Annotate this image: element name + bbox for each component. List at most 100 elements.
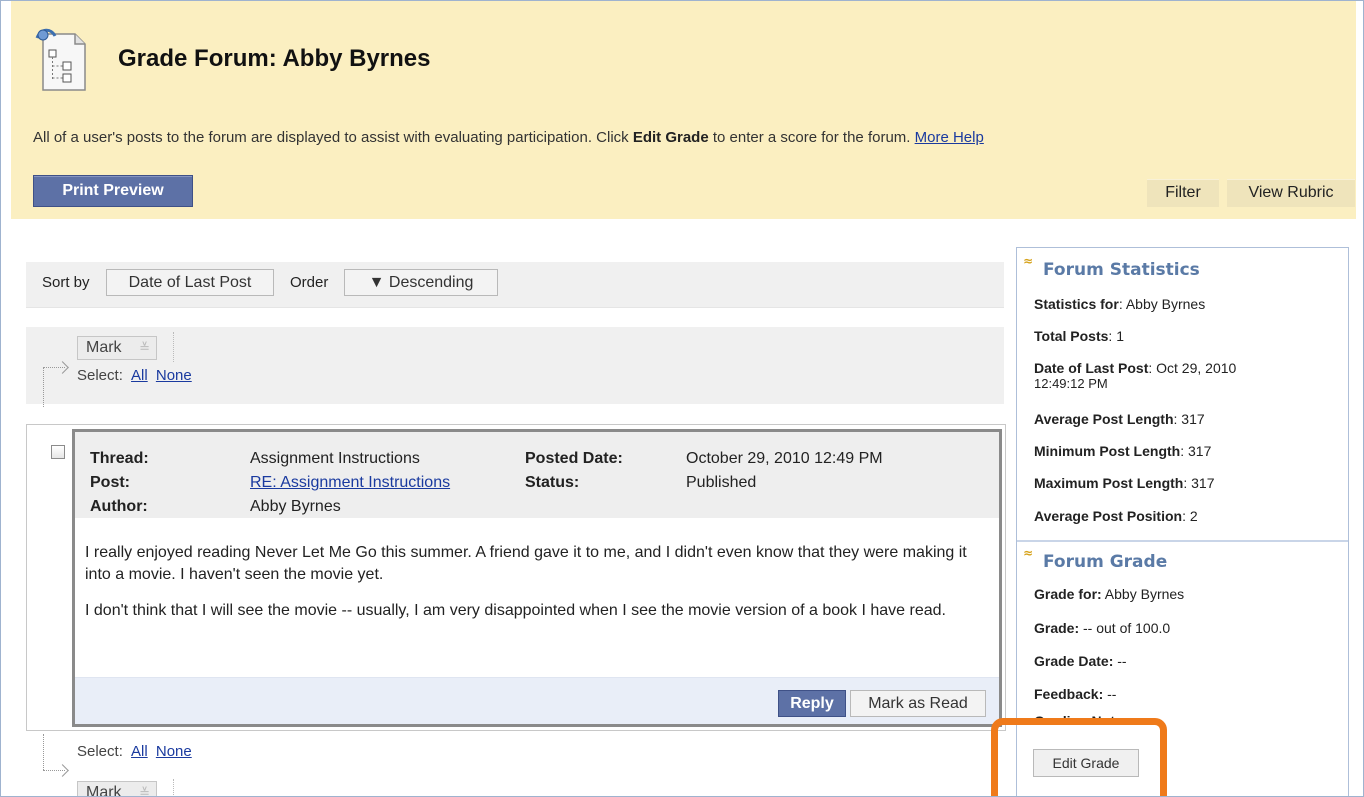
sort-bar: Sort by Date of Last Post Order ▼ Descen… bbox=[26, 262, 1004, 308]
post-select-checkbox[interactable] bbox=[51, 445, 65, 459]
post-paragraph: I really enjoyed reading Never Let Me Go… bbox=[85, 544, 967, 583]
stat-value: : 2 bbox=[1182, 508, 1198, 524]
instructions-part: to enter a score for the forum. bbox=[708, 129, 915, 146]
select-all-link[interactable]: All bbox=[131, 367, 148, 384]
stat-label: Minimum Post Length bbox=[1034, 443, 1181, 459]
stat-row-continued: 12:49:12 PM bbox=[1034, 376, 1108, 391]
select-all-link[interactable]: All bbox=[131, 743, 148, 760]
filter-button[interactable]: Filter bbox=[1147, 179, 1219, 207]
thread-label: Thread: bbox=[90, 450, 149, 467]
stat-row: Average Post Position: 2 bbox=[1034, 508, 1198, 524]
stat-row: Statistics for: Abby Byrnes bbox=[1034, 296, 1205, 312]
tree-connector bbox=[43, 367, 44, 407]
chevron-down-icon: ≚ bbox=[139, 340, 150, 355]
grade-value: -- bbox=[1103, 686, 1117, 702]
separator bbox=[173, 332, 174, 362]
order-select[interactable]: ▼ Descending bbox=[344, 269, 498, 296]
stat-value: : 317 bbox=[1183, 475, 1215, 491]
stat-label: Average Post Length bbox=[1034, 411, 1174, 427]
post-paragraph: I don't think that I will see the movie … bbox=[85, 602, 946, 619]
mark-dropdown-label: Mark bbox=[86, 784, 122, 797]
status-value: Published bbox=[686, 474, 757, 491]
post-metadata: Thread: Assignment Instructions Post: RE… bbox=[75, 432, 999, 518]
edit-grade-button[interactable]: Edit Grade bbox=[1033, 749, 1139, 777]
stat-label: Date of Last Post bbox=[1034, 360, 1149, 376]
stat-value: : Oct 29, 2010 bbox=[1148, 360, 1237, 376]
stat-row: Minimum Post Length: 317 bbox=[1034, 443, 1211, 459]
grade-label: Grade: bbox=[1034, 620, 1080, 636]
tree-arrow-icon bbox=[43, 367, 65, 368]
stat-row: Date of Last Post: Oct 29, 2010 bbox=[1034, 360, 1236, 376]
grade-value: -- bbox=[1113, 653, 1127, 669]
select-row-bottom: Select: All None bbox=[77, 743, 192, 760]
post-title-text[interactable]: RE: Assignment Instructions bbox=[250, 474, 450, 491]
mark-dropdown[interactable]: Mark ≚ bbox=[77, 781, 157, 797]
view-rubric-button[interactable]: View Rubric bbox=[1227, 179, 1355, 207]
select-row: Select: All None bbox=[77, 367, 192, 384]
grade-label: Feedback: bbox=[1034, 686, 1104, 702]
stat-label: Average Post Position bbox=[1034, 508, 1183, 524]
author-value: Abby Byrnes bbox=[250, 498, 341, 515]
grade-value: -- out of 100.0 bbox=[1079, 620, 1171, 636]
grade-row-clipped: Grading Notes: bbox=[1034, 713, 1135, 722]
select-label: Select: bbox=[77, 367, 123, 384]
mark-toolbar-top: Mark ≚ Select: All None bbox=[26, 327, 1004, 407]
sort-by-label: Sort by bbox=[42, 274, 90, 291]
page-frame: Grade Forum: Abby Byrnes All of a user's… bbox=[0, 0, 1364, 797]
stat-label: Maximum Post Length bbox=[1034, 475, 1184, 491]
grade-label: Grade for: bbox=[1034, 586, 1102, 602]
stat-value: : 317 bbox=[1180, 443, 1212, 459]
chevron-down-icon: ≚ bbox=[139, 785, 150, 797]
select-label: Select: bbox=[77, 743, 123, 760]
forum-grade-title: Forum Grade bbox=[1043, 552, 1168, 572]
status-label: Status: bbox=[525, 474, 580, 491]
post-body: I really enjoyed reading Never Let Me Go… bbox=[85, 542, 995, 636]
forum-tree-icon bbox=[35, 28, 86, 91]
print-preview-button[interactable]: Print Preview bbox=[33, 175, 193, 207]
post-card: Thread: Assignment Instructions Post: RE… bbox=[72, 429, 1002, 727]
forum-statistics-title: Forum Statistics bbox=[1043, 260, 1200, 280]
section-divider bbox=[1017, 540, 1348, 542]
tree-connector bbox=[43, 734, 44, 770]
collapse-up-icon: ≈ bbox=[1023, 254, 1034, 268]
forum-statistics-header[interactable]: ≈ Forum Statistics bbox=[1023, 254, 1200, 280]
stat-value: : 317 bbox=[1173, 411, 1205, 427]
grade-value: Abby Byrnes bbox=[1101, 586, 1185, 602]
select-none-link[interactable]: None bbox=[156, 743, 192, 760]
author-label: Author: bbox=[90, 498, 148, 515]
instructions-text: All of a user's posts to the forum are d… bbox=[33, 129, 984, 146]
stat-label: Total Posts bbox=[1034, 328, 1109, 344]
order-label: Order bbox=[290, 274, 329, 291]
stat-label: Statistics for bbox=[1034, 296, 1119, 312]
forum-grade-header[interactable]: ≈ Forum Grade bbox=[1023, 546, 1168, 572]
page-title: Grade Forum: Abby Byrnes bbox=[118, 45, 431, 72]
grade-row: Grade for: Abby Byrnes bbox=[1034, 586, 1184, 602]
mark-dropdown[interactable]: Mark ≚ bbox=[77, 336, 157, 360]
side-panel: ≈ Forum Statistics Statistics for: Abby … bbox=[1016, 247, 1349, 796]
grade-row: Grade Date: -- bbox=[1034, 653, 1127, 669]
grade-label: Grade Date: bbox=[1034, 653, 1114, 669]
select-none-link[interactable]: None bbox=[156, 367, 192, 384]
grade-row: Grade: -- out of 100.0 bbox=[1034, 620, 1170, 636]
mark-dropdown-label: Mark bbox=[86, 339, 122, 356]
collapse-up-icon: ≈ bbox=[1023, 546, 1034, 560]
more-help-link[interactable]: More Help bbox=[915, 129, 984, 146]
posted-date-value: October 29, 2010 12:49 PM bbox=[686, 450, 883, 467]
post-container: Thread: Assignment Instructions Post: RE… bbox=[26, 424, 1006, 731]
post-actions-bar: Reply Mark as Read bbox=[75, 677, 999, 724]
stat-row: Average Post Length: 317 bbox=[1034, 411, 1205, 427]
stat-value: : Abby Byrnes bbox=[1118, 296, 1206, 312]
stat-row: Maximum Post Length: 317 bbox=[1034, 475, 1215, 491]
grade-label: Grading Notes: bbox=[1034, 713, 1136, 722]
grade-row: Feedback: -- bbox=[1034, 686, 1116, 702]
posted-date-label: Posted Date: bbox=[525, 450, 623, 467]
mark-as-read-button[interactable]: Mark as Read bbox=[850, 690, 986, 717]
instructions-part: All of a user's posts to the forum are d… bbox=[33, 129, 633, 146]
instructions-emphasis: Edit Grade bbox=[632, 129, 709, 146]
post-title-link[interactable]: RE: Assignment Instructions bbox=[250, 474, 450, 492]
sort-by-select[interactable]: Date of Last Post bbox=[106, 269, 274, 296]
stat-row: Total Posts: 1 bbox=[1034, 328, 1124, 344]
separator bbox=[173, 779, 174, 796]
stat-value: : 1 bbox=[1108, 328, 1124, 344]
reply-button[interactable]: Reply bbox=[778, 690, 846, 717]
